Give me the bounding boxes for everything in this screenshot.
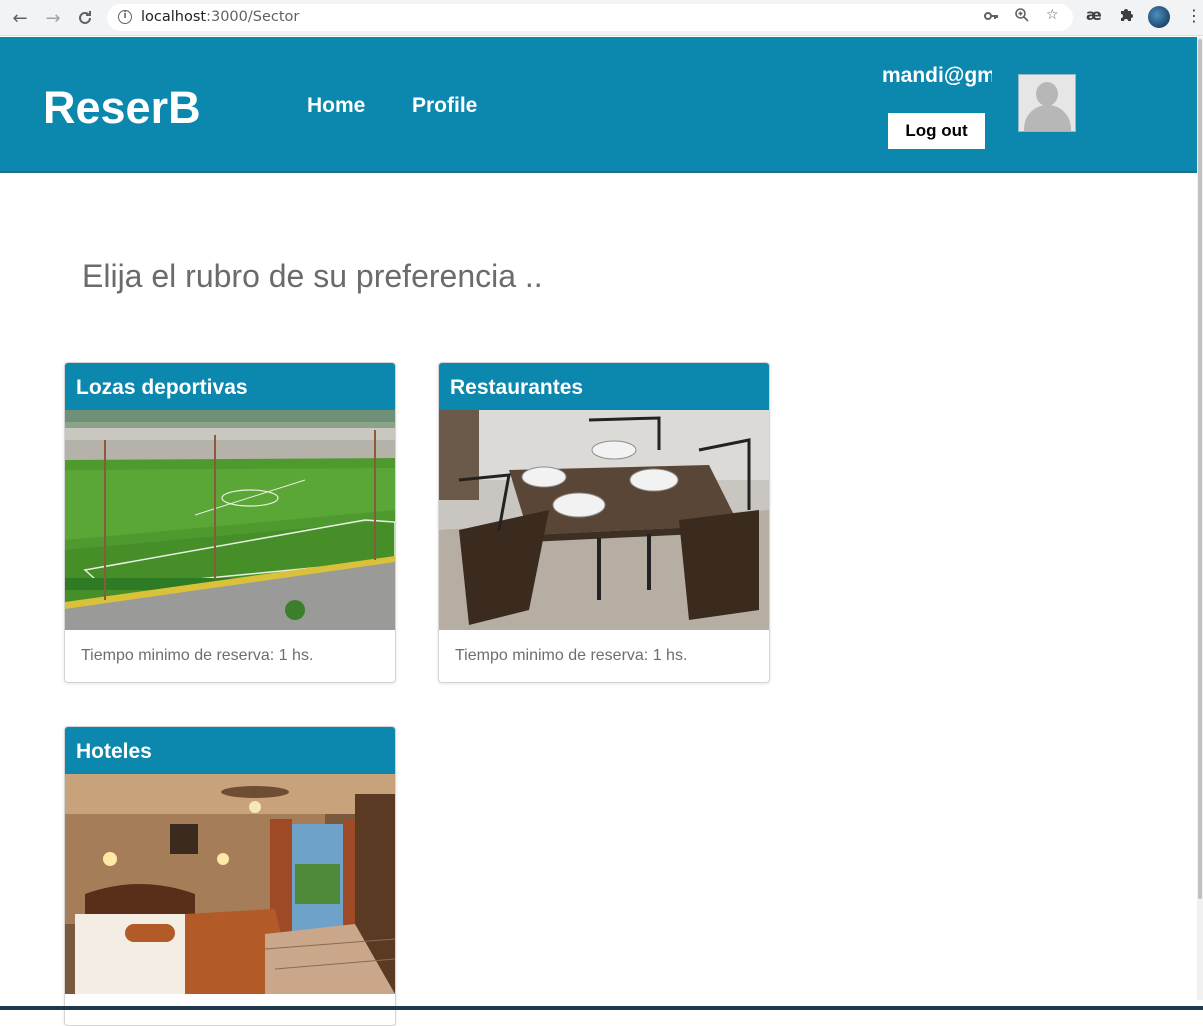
sector-card-sports[interactable]: Lozas deportivas Tiempo minimo de reserv… <box>64 362 396 683</box>
info-icon[interactable]: i <box>118 10 132 24</box>
user-email: mandi@gm <box>882 64 992 87</box>
back-icon[interactable]: ← <box>8 7 32 29</box>
nav-profile-link[interactable]: Profile <box>412 94 477 118</box>
extension-ae-icon[interactable]: æ <box>1086 6 1102 24</box>
url-text[interactable]: localhost:3000/Sector <box>141 9 299 25</box>
key-icon[interactable] <box>983 7 999 27</box>
card-title[interactable]: Restaurantes <box>439 363 769 410</box>
forward-icon[interactable]: → <box>41 7 65 29</box>
avatar[interactable] <box>1018 74 1076 132</box>
page-title: Elija el rubro de su preferencia .. <box>82 258 543 294</box>
window-bottom-edge <box>0 1006 1203 1010</box>
menu-icon[interactable]: ⋮ <box>1186 6 1202 25</box>
card-footer <box>65 994 395 1025</box>
sector-card-hotels[interactable]: Hoteles <box>64 726 396 1026</box>
nav-home-link[interactable]: Home <box>307 94 365 118</box>
brand-logo[interactable]: ReserB <box>43 82 201 134</box>
hotel-room-image[interactable] <box>65 774 395 994</box>
avatar-body-icon <box>1024 105 1071 131</box>
logout-button[interactable]: Log out <box>888 113 985 149</box>
reload-icon[interactable] <box>73 7 97 29</box>
card-footer: Tiempo minimo de reserva: 1 hs. <box>455 647 688 664</box>
sector-card-restaurants[interactable]: Restaurantes Tiempo minimo de reserva: 1… <box>438 362 770 683</box>
dining-table-image[interactable] <box>439 410 769 630</box>
card-title[interactable]: Hoteles <box>65 727 395 774</box>
puzzle-icon[interactable] <box>1119 6 1135 26</box>
avatar-head-icon <box>1036 82 1058 106</box>
app-header: ReserB Home Profile mandi@gm Log out <box>0 37 1197 173</box>
card-title[interactable]: Lozas deportivas <box>65 363 395 410</box>
profile-icon[interactable] <box>1148 6 1170 28</box>
page-scrollbar[interactable] <box>1197 37 1203 1000</box>
scrollbar-thumb[interactable] <box>1198 39 1202 899</box>
browser-toolbar: ← → i localhost:3000/Sector ☆ æ ⋮ <box>0 0 1203 36</box>
card-footer: Tiempo minimo de reserva: 1 hs. <box>81 647 314 664</box>
star-icon[interactable]: ☆ <box>1046 7 1059 23</box>
address-bar[interactable]: i localhost:3000/Sector ☆ <box>107 4 1073 31</box>
soccer-field-image[interactable] <box>65 410 395 630</box>
zoom-icon[interactable] <box>1014 7 1030 27</box>
